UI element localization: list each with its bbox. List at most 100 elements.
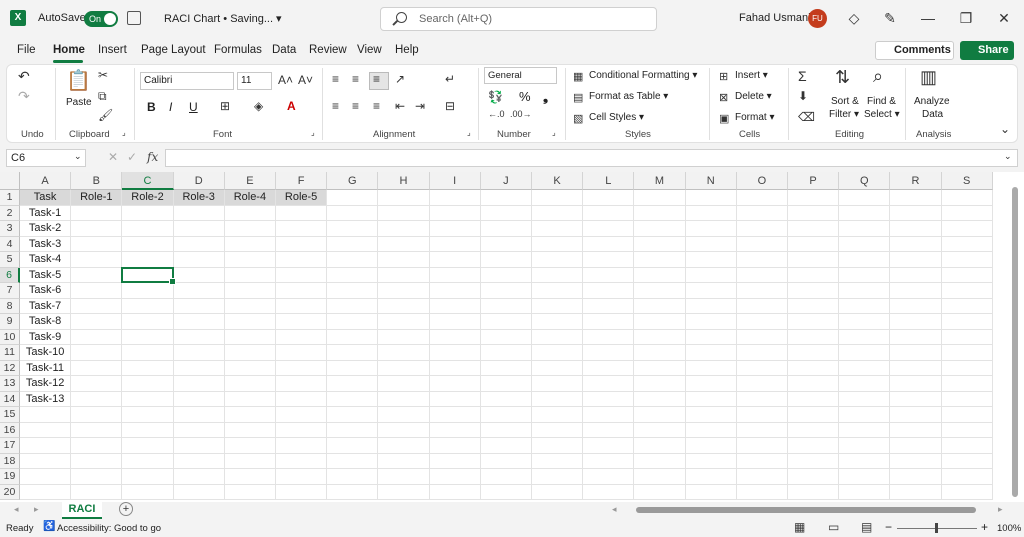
- cell-k19[interactable]: [532, 469, 584, 485]
- cell-a20[interactable]: [20, 484, 72, 500]
- tab-file[interactable]: File: [17, 44, 36, 56]
- cell-i5[interactable]: [429, 252, 481, 268]
- cell-b18[interactable]: [71, 453, 123, 469]
- normal-view-icon[interactable]: ▦: [794, 520, 805, 534]
- cell-j14[interactable]: [480, 391, 532, 407]
- cell-i15[interactable]: [429, 407, 481, 423]
- cell-d6[interactable]: [173, 267, 225, 283]
- cell-n10[interactable]: [685, 329, 737, 345]
- cell-p10[interactable]: [788, 329, 840, 345]
- cell-b3[interactable]: [71, 221, 123, 237]
- cell-a1[interactable]: Task: [20, 190, 72, 206]
- cell-a9[interactable]: Task-8: [20, 314, 72, 330]
- row-header-9[interactable]: 9: [0, 314, 20, 330]
- cell-q4[interactable]: [839, 236, 891, 252]
- cell-m13[interactable]: [634, 376, 686, 392]
- cell-n9[interactable]: [685, 314, 737, 330]
- cell-r19[interactable]: [890, 469, 942, 485]
- cell-f19[interactable]: [276, 469, 328, 485]
- column-header-r[interactable]: R: [890, 172, 942, 190]
- cell-c12[interactable]: [122, 360, 174, 376]
- cell-j8[interactable]: [480, 298, 532, 314]
- cell-h18[interactable]: [378, 453, 430, 469]
- undo-icon[interactable]: ↶: [18, 68, 30, 85]
- cell-h14[interactable]: [378, 391, 430, 407]
- cell-p7[interactable]: [788, 283, 840, 299]
- tab-home[interactable]: Home: [53, 44, 85, 56]
- cell-d7[interactable]: [173, 283, 225, 299]
- decrease-indent-icon[interactable]: ⇤: [395, 99, 405, 113]
- cell-s16[interactable]: [941, 422, 993, 438]
- cell-h12[interactable]: [378, 360, 430, 376]
- cell-h1[interactable]: [378, 190, 430, 206]
- cell-o7[interactable]: [736, 283, 788, 299]
- cell-e19[interactable]: [224, 469, 276, 485]
- cell-g17[interactable]: [327, 438, 379, 454]
- cell-o6[interactable]: [736, 267, 788, 283]
- cell-s7[interactable]: [941, 283, 993, 299]
- autosum-icon[interactable]: Σ: [798, 68, 807, 84]
- cell-q6[interactable]: [839, 267, 891, 283]
- cell-d2[interactable]: [173, 205, 225, 221]
- cell-p19[interactable]: [788, 469, 840, 485]
- cell-f6[interactable]: [276, 267, 328, 283]
- column-header-j[interactable]: J: [480, 172, 532, 190]
- cell-r4[interactable]: [890, 236, 942, 252]
- cell-b9[interactable]: [71, 314, 123, 330]
- cell-c19[interactable]: [122, 469, 174, 485]
- cell-k16[interactable]: [532, 422, 584, 438]
- cell-k17[interactable]: [532, 438, 584, 454]
- cell-f11[interactable]: [276, 345, 328, 361]
- cell-m11[interactable]: [634, 345, 686, 361]
- cell-o2[interactable]: [736, 205, 788, 221]
- cell-k8[interactable]: [532, 298, 584, 314]
- cell-p16[interactable]: [788, 422, 840, 438]
- cell-n17[interactable]: [685, 438, 737, 454]
- cell-f3[interactable]: [276, 221, 328, 237]
- cell-q19[interactable]: [839, 469, 891, 485]
- cell-m1[interactable]: [634, 190, 686, 206]
- merge-center-icon[interactable]: ⊟: [445, 99, 455, 113]
- cell-s6[interactable]: [941, 267, 993, 283]
- cell-o4[interactable]: [736, 236, 788, 252]
- cell-e15[interactable]: [224, 407, 276, 423]
- cell-c11[interactable]: [122, 345, 174, 361]
- cell-e17[interactable]: [224, 438, 276, 454]
- diamond-icon[interactable]: ◇: [846, 10, 862, 26]
- cell-c15[interactable]: [122, 407, 174, 423]
- cell-g4[interactable]: [327, 236, 379, 252]
- cell-b10[interactable]: [71, 329, 123, 345]
- cell-m2[interactable]: [634, 205, 686, 221]
- cell-p9[interactable]: [788, 314, 840, 330]
- cell-k9[interactable]: [532, 314, 584, 330]
- delete-cells-button[interactable]: Delete ▾: [735, 91, 772, 102]
- cell-j18[interactable]: [480, 453, 532, 469]
- row-header-1[interactable]: 1: [0, 190, 20, 206]
- shrink-font-icon[interactable]: A˅: [298, 73, 313, 87]
- cell-k3[interactable]: [532, 221, 584, 237]
- cell-s10[interactable]: [941, 329, 993, 345]
- align-right-icon[interactable]: ≡: [373, 99, 380, 113]
- cell-f1[interactable]: Role-5: [276, 190, 328, 206]
- cell-m8[interactable]: [634, 298, 686, 314]
- column-header-m[interactable]: M: [634, 172, 686, 190]
- cell-k15[interactable]: [532, 407, 584, 423]
- cell-r8[interactable]: [890, 298, 942, 314]
- cell-k5[interactable]: [532, 252, 584, 268]
- cell-o5[interactable]: [736, 252, 788, 268]
- cell-e20[interactable]: [224, 484, 276, 500]
- cell-p4[interactable]: [788, 236, 840, 252]
- row-header-20[interactable]: 20: [0, 484, 20, 500]
- cell-q5[interactable]: [839, 252, 891, 268]
- cell-p6[interactable]: [788, 267, 840, 283]
- cell-f20[interactable]: [276, 484, 328, 500]
- cell-l7[interactable]: [583, 283, 635, 299]
- cell-p1[interactable]: [788, 190, 840, 206]
- cell-f17[interactable]: [276, 438, 328, 454]
- cell-n2[interactable]: [685, 205, 737, 221]
- cell-e2[interactable]: [224, 205, 276, 221]
- cell-d5[interactable]: [173, 252, 225, 268]
- cell-c2[interactable]: [122, 205, 174, 221]
- cell-g18[interactable]: [327, 453, 379, 469]
- cell-q2[interactable]: [839, 205, 891, 221]
